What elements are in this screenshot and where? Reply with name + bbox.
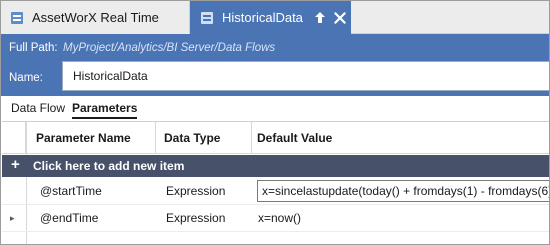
add-new-item-label: Click here to add new item xyxy=(33,159,185,173)
add-new-item-row[interactable]: + Click here to add new item xyxy=(2,155,549,177)
item-info-header: Full Path: MyProject/Analytics/BI Server… xyxy=(1,34,549,96)
pin-up-arrow-icon[interactable] xyxy=(314,11,326,24)
assetworx-tab-icon xyxy=(10,11,24,25)
add-plus-icon: + xyxy=(11,156,20,173)
parameters-grid: Parameter Name Data Type Default Value +… xyxy=(2,121,549,244)
full-path-label: Full Path: xyxy=(9,42,58,54)
close-x-icon[interactable] xyxy=(333,11,346,24)
row-indicator-header xyxy=(2,122,26,153)
tab-label: AssetWorX Real Time xyxy=(32,10,159,25)
tab-data-flow[interactable]: Data Flow xyxy=(11,101,65,115)
document-tab-strip: AssetWorX Real Time HistoricalData xyxy=(1,1,549,34)
name-label: Name: xyxy=(9,72,43,84)
name-field[interactable] xyxy=(62,61,549,91)
grid-header-row: Parameter Name Data Type Default Value xyxy=(2,122,549,154)
tab-historical-data[interactable]: HistoricalData xyxy=(190,1,351,34)
full-path-value: MyProject/Analytics/BI Server/Data Flows xyxy=(63,42,276,54)
parameter-name-cell[interactable]: @endTime xyxy=(26,205,156,231)
row-indicator xyxy=(2,178,26,204)
data-type-cell[interactable]: Expression xyxy=(156,178,252,204)
default-value-cell[interactable]: x=sincelastupdate(today() + fromdays(1) … xyxy=(252,178,549,204)
data-type-cell[interactable]: Expression xyxy=(156,205,252,231)
tab-label: HistoricalData xyxy=(222,10,303,25)
tab-assetworx-real-time[interactable]: AssetWorX Real Time xyxy=(1,1,190,34)
table-row[interactable]: @startTime Expression x=sincelastupdate(… xyxy=(2,178,549,205)
editor-subtabs: Data Flow Parameters xyxy=(1,97,549,119)
table-row[interactable]: ▸ @endTime Expression x=now() xyxy=(2,205,549,232)
default-value-editor[interactable]: x=sincelastupdate(today() + fromdays(1) … xyxy=(257,180,549,202)
column-header-data-type[interactable]: Data Type xyxy=(156,122,252,153)
row-indicator[interactable]: ▸ xyxy=(2,205,26,231)
row-expander-triangle-icon[interactable]: ▸ xyxy=(10,213,15,224)
historical-data-editor: AssetWorX Real Time HistoricalData Full … xyxy=(0,0,550,245)
tab-parameters[interactable]: Parameters xyxy=(72,101,138,119)
data-flow-tab-icon xyxy=(200,11,214,25)
default-value-cell[interactable]: x=now() xyxy=(252,205,549,231)
column-header-default-value[interactable]: Default Value xyxy=(252,122,549,153)
parameter-name-cell[interactable]: @startTime xyxy=(26,178,156,204)
column-header-parameter-name[interactable]: Parameter Name xyxy=(26,122,156,153)
